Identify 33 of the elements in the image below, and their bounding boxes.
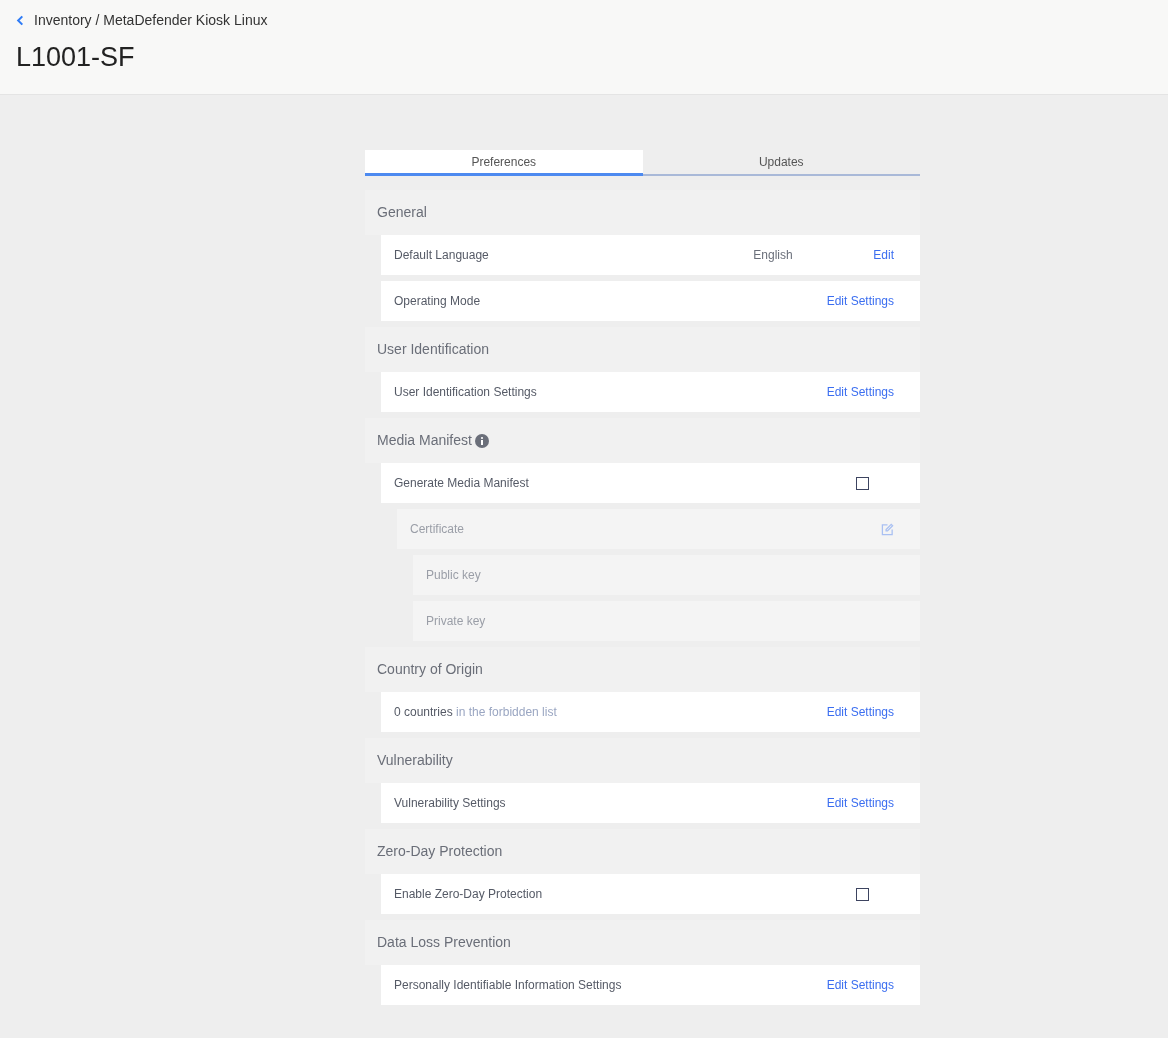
section-title: Media Manifest — [377, 431, 472, 450]
tab[interactable]: Updates — [642, 150, 920, 176]
section-title: Vulnerability — [377, 751, 453, 770]
edit-link[interactable]: Edit Settings — [826, 292, 894, 310]
section-title: Data Loss Prevention — [377, 933, 511, 952]
setting-label: 0 countries in the forbidden list — [394, 704, 558, 721]
edit-link[interactable]: Edit Settings — [826, 976, 894, 994]
setting-label: Enable Zero-Day Protection — [394, 886, 544, 903]
key-label: Public key — [426, 567, 481, 584]
tab[interactable]: Preferences — [365, 150, 643, 176]
page-title: L1001-SF — [16, 41, 136, 74]
edit-link[interactable]: Edit Settings — [826, 703, 894, 721]
edit-link[interactable]: Edit — [873, 246, 894, 264]
section-title: Country of Origin — [377, 660, 483, 679]
checkbox[interactable] — [856, 476, 869, 490]
setting-value: English — [753, 247, 794, 264]
setting-label: Default Language — [394, 247, 490, 264]
section-title: General — [377, 203, 427, 222]
setting-label: Personally Identifiable Information Settings — [394, 977, 623, 994]
setting-label: Vulnerability Settings — [394, 795, 507, 812]
edit-link[interactable]: Edit Settings — [826, 383, 894, 401]
section-title: Zero-Day Protection — [377, 842, 503, 861]
key-label: Private key — [426, 613, 486, 630]
section-title: User Identification — [377, 340, 490, 359]
setting-label: User Identification Settings — [394, 384, 538, 401]
setting-label: Generate Media Manifest — [394, 475, 530, 492]
setting-label: Operating Mode — [394, 293, 482, 310]
breadcrumb-link[interactable]: Inventory / MetaDefender Kiosk Linux — [34, 10, 268, 31]
back-chevron-icon[interactable] — [16, 15, 24, 26]
edit-link[interactable]: Edit Settings — [826, 794, 894, 812]
checkbox[interactable] — [856, 887, 869, 901]
certificate-label: Certificate — [410, 521, 466, 538]
info-icon[interactable] — [474, 433, 489, 448]
